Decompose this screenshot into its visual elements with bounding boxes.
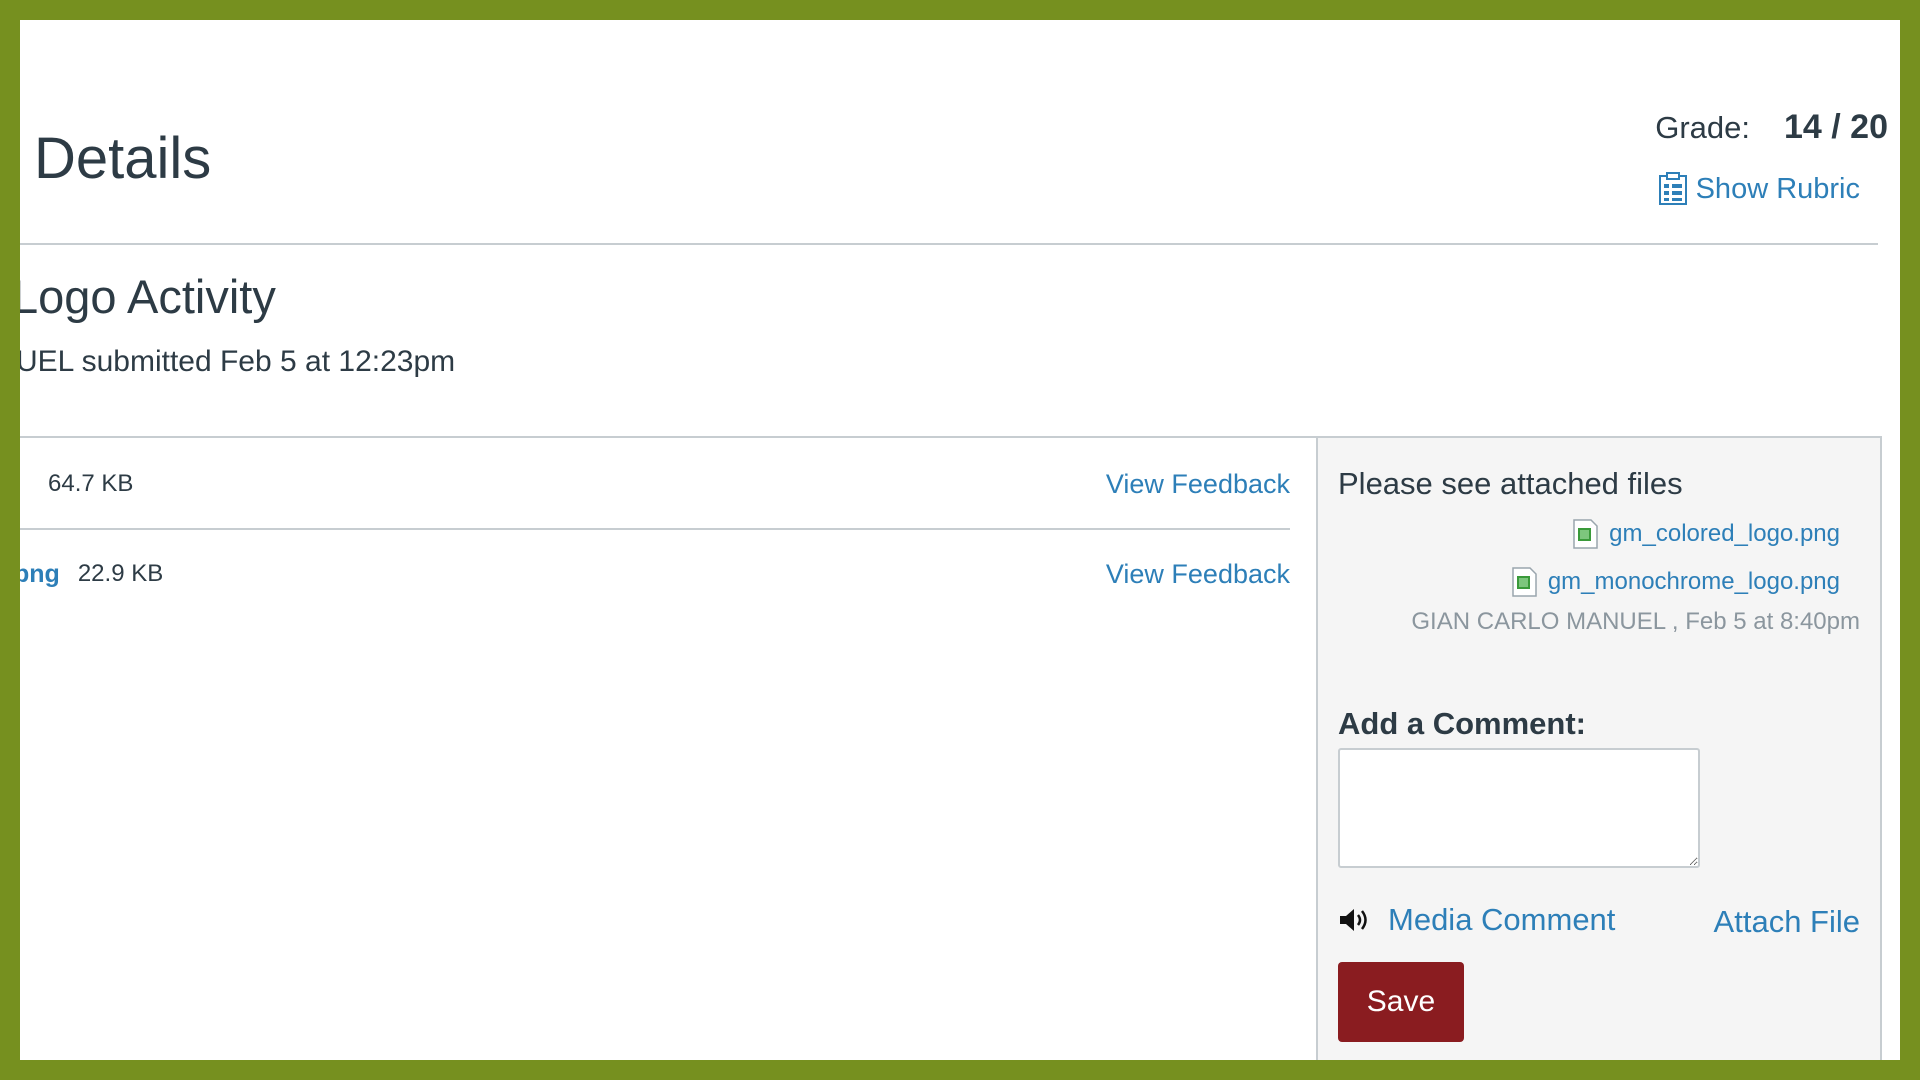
- attachment-link[interactable]: gm_colored_logo.png: [1569, 518, 1840, 550]
- grade-label: Grade:: [1655, 110, 1751, 145]
- grade-display: Grade: 14 / 20: [1655, 108, 1888, 147]
- show-rubric-label: Show Rubric: [1695, 172, 1860, 205]
- submission-details-frame: Details Grade: 14 / 20 Show Rubric Logo …: [20, 20, 1900, 1060]
- show-rubric-link[interactable]: Show Rubric: [1658, 172, 1860, 206]
- assignment-title: Logo Activity: [20, 270, 276, 323]
- image-file-icon: [1512, 567, 1537, 597]
- attachment-name: gm_monochrome_logo.png: [1547, 568, 1840, 595]
- attach-file-link[interactable]: Attach File: [1714, 904, 1860, 940]
- page-title: Details: [34, 126, 212, 191]
- attachment-link[interactable]: gm_monochrome_logo.png: [1508, 566, 1840, 598]
- view-feedback-link[interactable]: View Feedback: [1106, 559, 1290, 590]
- attachment-name: gm_colored_logo.png: [1609, 520, 1840, 547]
- speaker-icon: [1340, 909, 1367, 931]
- file-link[interactable]: png: [20, 560, 60, 589]
- file-size: 22.9 KB: [77, 560, 164, 587]
- save-button[interactable]: Save: [1338, 962, 1464, 1042]
- file-row: 64.7 KB View Feedback: [20, 440, 1290, 530]
- file-row: png 22.9 KB View Feedback: [20, 530, 1290, 618]
- add-comment-label: Add a Comment:: [1338, 706, 1586, 741]
- submission-files-panel: 64.7 KB View Feedback png 22.9 KB View F…: [20, 436, 1316, 1060]
- grade-value: 14 / 20: [1784, 108, 1888, 146]
- rubric-icon: [1658, 172, 1687, 205]
- submission-info: UEL submitted Feb 5 at 12:23pm: [20, 345, 456, 378]
- media-comment-label: Media Comment: [1388, 902, 1616, 937]
- view-feedback-link[interactable]: View Feedback: [1106, 469, 1290, 500]
- file-size: 64.7 KB: [48, 470, 134, 497]
- comments-panel: Please see attached files gm_colored_log…: [1316, 436, 1882, 1060]
- comment-text: Please see attached files: [1338, 466, 1683, 501]
- media-comment-link[interactable]: Media Comment: [1338, 902, 1615, 938]
- header-divider: [20, 243, 1878, 245]
- comment-input[interactable]: [1338, 748, 1700, 868]
- image-file-icon: [1573, 519, 1598, 549]
- comment-author: GIAN CARLO MANUEL , Feb 5 at 8:40pm: [1411, 608, 1860, 635]
